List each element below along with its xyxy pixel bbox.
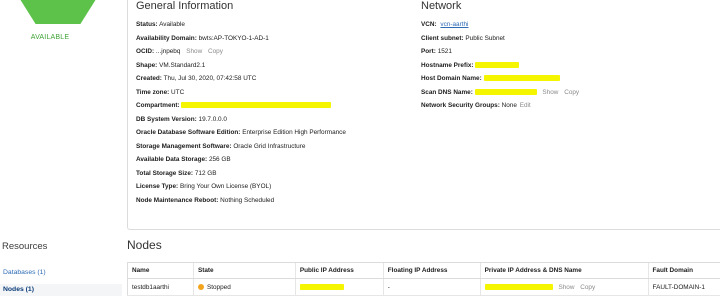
ocid-key: OCID:	[136, 48, 155, 55]
column-header-public-ip[interactable]: Public IP Address	[294, 262, 384, 279]
column-header-name[interactable]: Name	[127, 262, 194, 279]
hostname-prefix-row: Hostname Prefix:	[421, 62, 520, 69]
hostname-prefix-redacted	[475, 62, 520, 69]
host-domain-key: Host Domain Name:	[421, 75, 482, 82]
node-public-ip-cell	[294, 278, 384, 296]
resources-item-databases[interactable]: Databases (1)	[3, 269, 46, 276]
compartment-key: Compartment:	[136, 102, 180, 109]
available-storage-row: Available Data Storage: 256 GB	[136, 156, 231, 163]
left-column: AVAILABLE Resources Databases (1) Nodes …	[0, 0, 122, 300]
host-domain-redacted	[483, 75, 560, 82]
nsg-row: Network Security Groups: None Edit	[421, 102, 531, 109]
node-fault-domain: FAULT-DOMAIN-1	[647, 278, 720, 296]
column-header-floating-ip[interactable]: Floating IP Address	[382, 262, 481, 279]
ocid-show-link[interactable]: Show	[186, 48, 202, 55]
resources-title: Resources	[2, 241, 48, 252]
ocid-row: OCID: ...jnpebq Show Copy	[136, 48, 223, 55]
available-storage-key: Available Data Storage:	[136, 156, 208, 163]
status-value: Available	[159, 21, 185, 28]
ocid-value: ...jnpebq	[155, 48, 181, 55]
db-system-version-key: DB System Version:	[136, 116, 197, 123]
availability-domain-value: bwts:AP-TOKYO-1-AD-1	[198, 35, 269, 42]
shape-value: VM.Standard2.1	[159, 62, 206, 69]
license-type-row: License Type: Bring Your Own License (BY…	[136, 183, 271, 190]
shape-row: Shape: VM.Standard2.1	[136, 62, 205, 69]
node-name: testdb1aarthi	[127, 278, 194, 296]
nsg-value: None	[501, 102, 517, 109]
scan-dns-key: Scan DNS Name:	[421, 89, 473, 96]
software-edition-row: Oracle Database Software Edition: Enterp…	[136, 129, 346, 136]
table-row: testdb1aarthi Stopped - Show Copy FAULT-…	[127, 278, 720, 296]
status-label: AVAILABLE	[30, 34, 70, 41]
license-type-key: License Type:	[136, 183, 179, 190]
stopped-status-icon	[197, 283, 204, 290]
license-type-value: Bring Your Own License (BYOL)	[179, 183, 272, 190]
total-storage-value: 712 GB	[194, 170, 217, 177]
software-edition-value: Enterprise Edition High Performance	[242, 129, 346, 136]
available-storage-value: 256 GB	[208, 156, 231, 163]
nsg-key: Network Security Groups:	[421, 102, 500, 109]
general-information-title: General Information	[136, 0, 234, 12]
status-row: Status: Available	[136, 21, 185, 28]
time-zone-row: Time zone: UTC	[136, 89, 184, 96]
node-state-cell: Stopped	[192, 278, 296, 296]
total-storage-row: Total Storage Size: 712 GB	[136, 170, 217, 177]
private-ip-copy-link[interactable]: Copy	[580, 284, 595, 291]
node-private-ip-cell: Show Copy	[479, 278, 649, 296]
availability-domain-key: Availability Domain:	[136, 35, 197, 42]
node-state: Stopped	[206, 283, 231, 291]
total-storage-key: Total Storage Size:	[136, 170, 194, 177]
storage-management-value: Oracle Grid Infrastructure	[233, 143, 306, 150]
ocid-copy-link[interactable]: Copy	[208, 48, 223, 55]
port-key: Port:	[421, 48, 436, 55]
storage-management-key: Storage Management Software:	[136, 143, 232, 150]
created-key: Created:	[136, 75, 162, 82]
nodes-table: Name State Public IP Address Floating IP…	[127, 262, 720, 296]
availability-domain-row: Availability Domain: bwts:AP-TOKYO-1-AD-…	[136, 35, 269, 42]
nodes-title: Nodes	[127, 238, 162, 252]
host-domain-row: Host Domain Name:	[421, 75, 560, 82]
maintenance-reboot-key: Node Maintenance Reboot:	[136, 197, 219, 204]
db-system-version-row: DB System Version: 19.7.0.0.0	[136, 116, 227, 123]
vcn-link[interactable]: vcn-aarthi	[440, 21, 468, 28]
nsg-edit-link[interactable]: Edit	[520, 102, 531, 109]
time-zone-value: UTC	[171, 89, 185, 96]
compartment-redacted	[181, 102, 332, 109]
vcn-row: VCN: vcn-aarthi	[421, 21, 468, 28]
client-subnet-row: Client subnet: Public Subnet	[421, 35, 505, 42]
status-key: Status:	[136, 21, 158, 28]
maintenance-reboot-value: Nothing Scheduled	[220, 197, 275, 204]
table-header-row: Name State Public IP Address Floating IP…	[127, 262, 720, 279]
vcn-key: VCN:	[421, 21, 437, 28]
created-row: Created: Thu, Jul 30, 2020, 07:42:58 UTC	[136, 75, 256, 82]
resources-item-nodes[interactable]: Nodes (1)	[3, 286, 34, 293]
scan-dns-row: Scan DNS Name: Show Copy	[421, 89, 579, 96]
created-value: Thu, Jul 30, 2020, 07:42:58 UTC	[163, 75, 257, 82]
compartment-row: Compartment:	[136, 102, 332, 109]
port-value: 1521	[437, 48, 452, 55]
port-row: Port: 1521	[421, 48, 452, 55]
storage-management-row: Storage Management Software: Oracle Grid…	[136, 143, 305, 150]
scan-dns-redacted	[474, 89, 537, 96]
column-header-fault-domain[interactable]: Fault Domain	[647, 262, 720, 279]
software-edition-key: Oracle Database Software Edition:	[136, 129, 241, 136]
hostname-prefix-key: Hostname Prefix:	[421, 62, 474, 69]
db-system-version-value: 19.7.0.0.0	[198, 116, 227, 123]
shape-key: Shape:	[136, 62, 158, 69]
client-subnet-value: Public Subnet	[465, 35, 505, 42]
column-header-state[interactable]: State	[192, 262, 296, 279]
column-header-private-ip[interactable]: Private IP Address & DNS Name	[479, 262, 649, 279]
client-subnet-key: Client subnet:	[421, 35, 464, 42]
maintenance-reboot-row: Node Maintenance Reboot: Nothing Schedul…	[136, 197, 274, 204]
scan-dns-show-link[interactable]: Show	[542, 89, 558, 96]
private-ip-redacted	[484, 283, 553, 290]
time-zone-key: Time zone:	[136, 89, 170, 96]
public-ip-redacted	[299, 283, 344, 290]
db-system-status-icon	[18, 0, 98, 24]
network-title: Network	[421, 0, 462, 12]
node-floating-ip: -	[382, 278, 481, 296]
private-ip-show-link[interactable]: Show	[558, 284, 574, 291]
scan-dns-copy-link[interactable]: Copy	[564, 89, 579, 96]
